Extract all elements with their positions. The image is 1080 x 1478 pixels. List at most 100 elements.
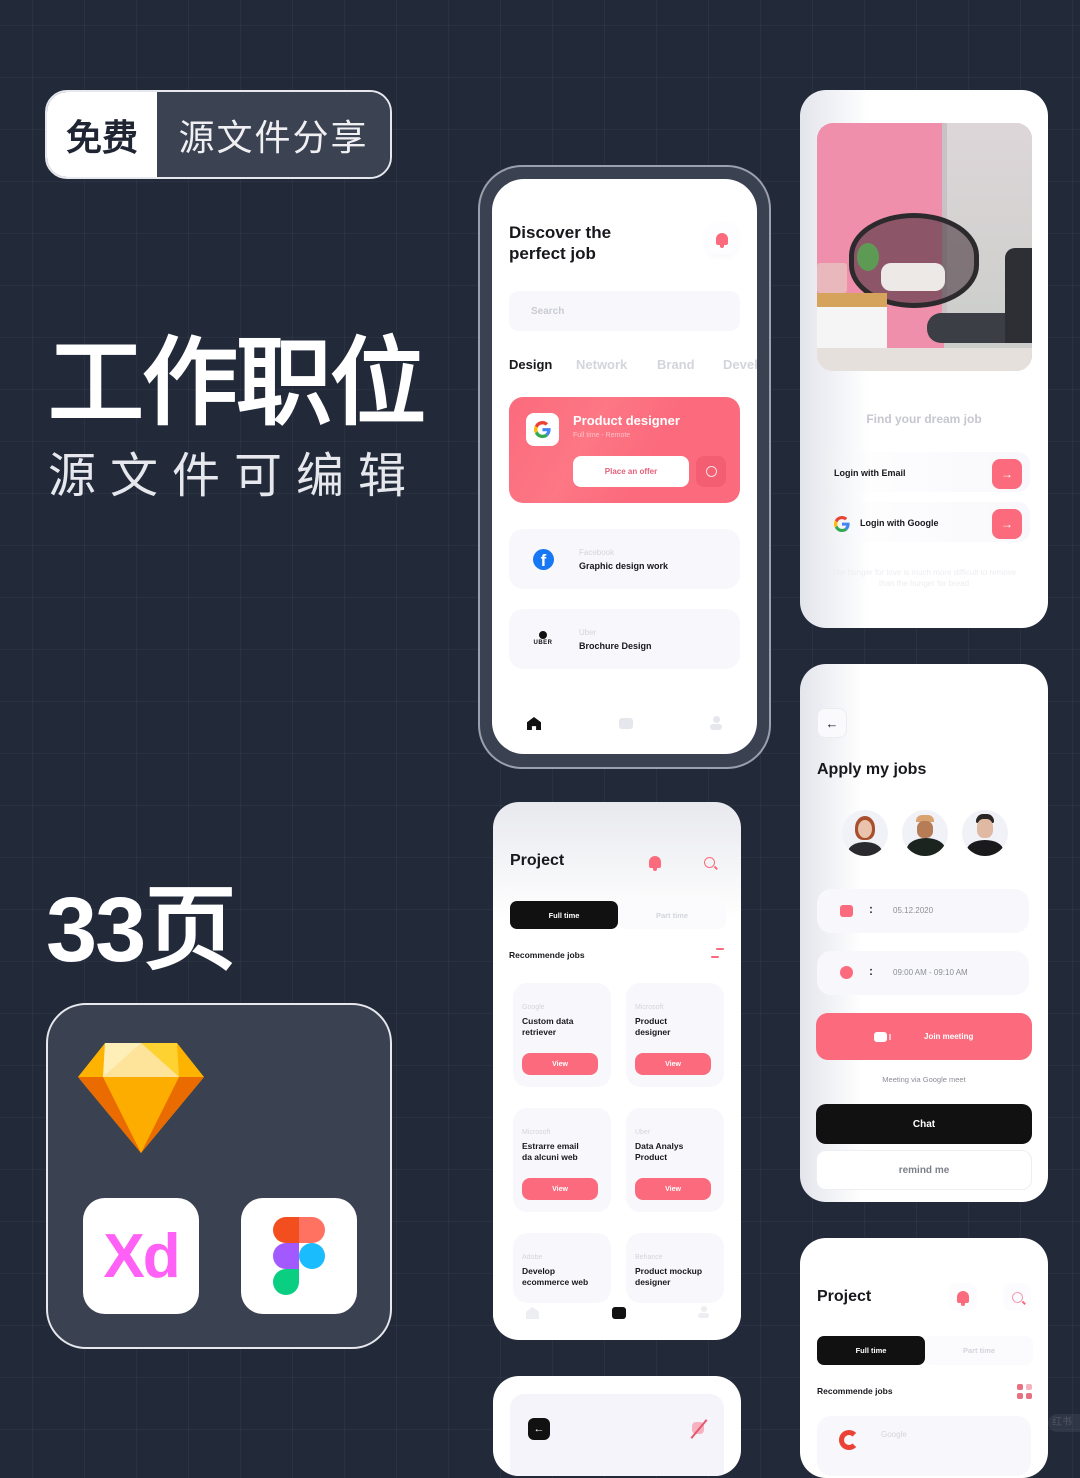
adobe-xd-icon: Xd <box>103 1221 180 1291</box>
tab-full-time[interactable]: Full time <box>817 1336 925 1365</box>
view-button[interactable]: View <box>635 1178 711 1200</box>
tab-development[interactable]: Devel <box>723 357 757 372</box>
view-button[interactable]: View <box>522 1178 598 1200</box>
google-logo-tile <box>526 413 559 446</box>
search-button[interactable] <box>1003 1283 1031 1311</box>
apply-screen: ← Apply my jobs : 05.12.2020 : 09:00 AM … <box>800 664 1048 1202</box>
login-quote: The hunger for love is much more difficu… <box>831 568 1017 588</box>
avatar[interactable] <box>962 810 1008 856</box>
hero-photo <box>817 123 1032 371</box>
apply-title: Apply my jobs <box>817 761 927 778</box>
calendar-icon <box>840 905 853 917</box>
login-screen: Find your dream job Login with Email → L… <box>800 90 1048 628</box>
video-camera-icon <box>874 1032 887 1042</box>
job-card[interactable]: Microsoft Product designer View <box>626 983 724 1087</box>
search-button[interactable] <box>695 848 723 876</box>
avatar[interactable] <box>902 810 948 856</box>
project-title: Project <box>510 852 565 869</box>
login-google-label: Login with Google <box>860 518 939 528</box>
avatar[interactable] <box>842 810 888 856</box>
free-source-badge: 免费 源文件分享 <box>45 90 392 179</box>
remind-me-button[interactable]: remind me <box>816 1150 1032 1190</box>
adobe-xd-tile: Xd <box>83 1198 199 1314</box>
home-icon[interactable] <box>526 1307 539 1319</box>
date-row: : 05.12.2020 <box>817 889 1029 933</box>
uber-icon: UBER <box>531 631 555 646</box>
figma-icon <box>273 1217 325 1295</box>
notification-button[interactable] <box>641 848 669 876</box>
arrow-right-icon: → <box>1001 517 1013 531</box>
time-row: : 09:00 AM - 09:10 AM <box>817 951 1029 995</box>
discover-screen: Discover the perfect job Search Design N… <box>492 179 757 754</box>
notification-button[interactable] <box>949 1283 977 1311</box>
tab-full-time[interactable]: Full time <box>510 901 618 929</box>
detail-screen-partial: ← <box>493 1376 741 1476</box>
recommended-jobs-heading: Recommende jobs <box>817 1386 893 1396</box>
login-email-arrow-button[interactable]: → <box>992 459 1022 489</box>
job-card[interactable]: Microsoft Estrarre email da alcuni web Vi… <box>513 1108 611 1212</box>
tab-part-time[interactable]: Part time <box>925 1336 1033 1365</box>
discover-title: Discover the perfect job <box>509 223 612 263</box>
badge-source-label: 源文件分享 <box>157 92 390 177</box>
login-email-label: Login with Email <box>834 468 906 478</box>
view-button[interactable]: View <box>522 1053 598 1075</box>
login-email-row[interactable]: Login with Email → <box>820 452 1030 492</box>
login-headline: Find your dream job <box>866 412 982 426</box>
mute-icon[interactable] <box>689 1418 709 1439</box>
design-tools-panel: Xd <box>46 1003 392 1349</box>
job-list-item[interactable]: UBER Uber Brochure Design <box>509 609 740 669</box>
recommended-jobs-heading: Recommende jobs <box>509 950 585 960</box>
job-company: Uber <box>579 628 597 637</box>
filter-icon[interactable] <box>711 948 724 958</box>
job-list-item[interactable]: f Facebook Graphic design work <box>509 529 740 589</box>
bottom-nav <box>493 1304 741 1324</box>
login-google-arrow-button[interactable]: → <box>992 509 1022 539</box>
back-button[interactable]: ← <box>528 1418 550 1440</box>
login-google-row[interactable]: Login with Google → <box>820 502 1030 542</box>
bottom-nav <box>492 714 757 734</box>
google-icon <box>834 516 850 532</box>
figma-tile <box>241 1198 357 1314</box>
view-button[interactable]: View <box>635 1053 711 1075</box>
job-title: Brochure Design <box>579 641 652 651</box>
interview-time: 09:00 AM - 09:10 AM <box>893 968 968 977</box>
job-title: Graphic design work <box>579 561 669 571</box>
place-offer-button[interactable]: Place an offer <box>573 456 689 487</box>
arrow-left-icon: ← <box>825 715 839 731</box>
chat-bubble-button[interactable] <box>696 456 726 487</box>
home-icon[interactable] <box>527 717 541 730</box>
search-input[interactable]: Search <box>509 291 740 331</box>
job-card[interactable]: Behance Product mockup designer <box>626 1233 724 1303</box>
sketch-diamond-icon <box>78 1043 204 1153</box>
job-list-item[interactable]: Google <box>817 1416 1031 1476</box>
chat-button[interactable]: Chat <box>816 1104 1032 1144</box>
tab-brand[interactable]: Brand <box>657 357 723 372</box>
tab-part-time[interactable]: Part time <box>618 901 726 929</box>
job-card[interactable]: Adobe Develop ecommerce web <box>513 1233 611 1303</box>
bell-icon <box>716 233 728 248</box>
project-screen-2: Project Full time Part time Recommende j… <box>800 1238 1048 1478</box>
briefcase-icon[interactable] <box>612 1307 626 1319</box>
job-card[interactable]: Uber Data Analys Product View <box>626 1108 724 1212</box>
chat-bubble-icon <box>705 466 717 477</box>
job-card[interactable]: Google Custom data retriever View <box>513 983 611 1087</box>
search-placeholder: Search <box>531 305 565 317</box>
interview-date: 05.12.2020 <box>893 906 934 915</box>
tab-design[interactable]: Design <box>509 357 576 372</box>
join-meeting-button[interactable]: Join meeting <box>816 1013 1032 1060</box>
back-button[interactable]: ← <box>817 708 847 738</box>
badge-free-label: 免费 <box>47 92 157 177</box>
clock-icon <box>840 966 853 979</box>
tab-network[interactable]: Network <box>576 357 657 372</box>
featured-job-card[interactable]: Product designer Full time - Remote Plac… <box>509 397 740 503</box>
arrow-left-icon: ← <box>533 1423 545 1435</box>
search-icon <box>703 856 715 868</box>
profile-icon[interactable] <box>710 716 722 731</box>
briefcase-icon[interactable] <box>619 718 633 729</box>
grid-view-icon[interactable] <box>1017 1384 1032 1399</box>
notification-button[interactable] <box>707 224 737 254</box>
bell-icon <box>649 856 661 871</box>
meeting-note: Meeting via Google meet <box>882 1075 966 1084</box>
google-icon <box>839 1430 859 1450</box>
profile-icon[interactable] <box>698 1306 709 1320</box>
